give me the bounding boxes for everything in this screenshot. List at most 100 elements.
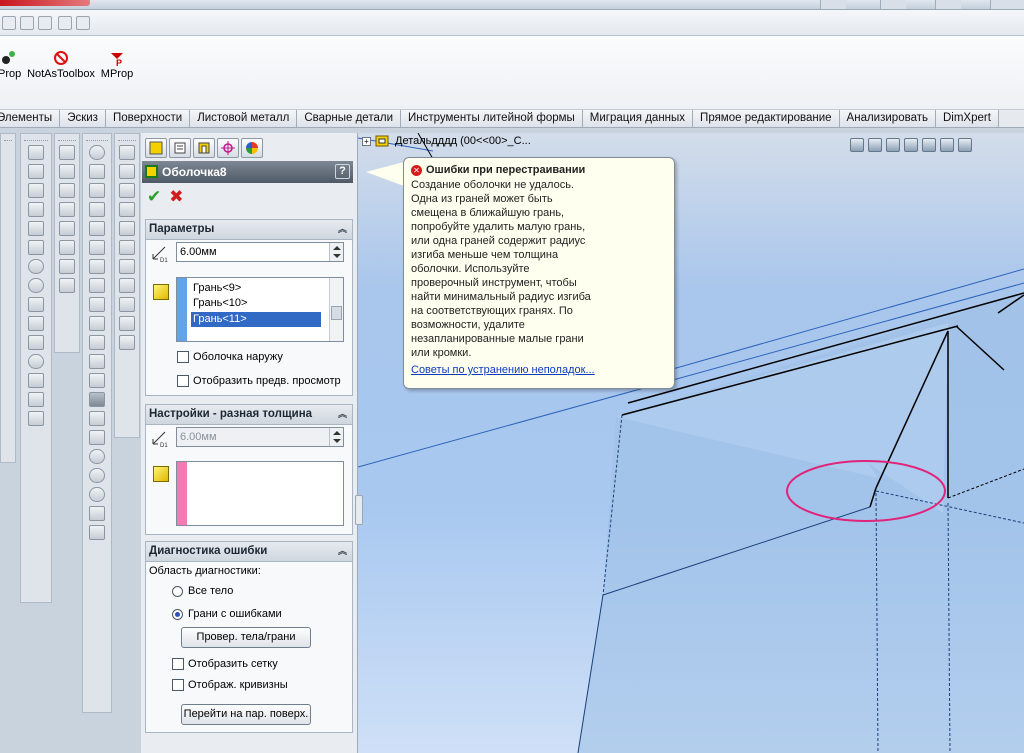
tool-icon[interactable]	[28, 297, 44, 312]
maximize-button[interactable]	[880, 0, 906, 9]
notastoolbox-tool[interactable]: NotAsToolbox	[26, 50, 96, 80]
grid-icon[interactable]	[58, 16, 72, 30]
tab-weldments[interactable]: Сварные детали	[297, 110, 401, 127]
tool-icon[interactable]	[59, 259, 75, 274]
tab-dimxpert[interactable]: DimXpert	[935, 110, 999, 127]
tool-icon[interactable]	[59, 278, 75, 293]
tab-dimxpert-manager[interactable]	[217, 138, 239, 158]
previous-view-icon[interactable]	[886, 138, 900, 152]
checkbox-box[interactable]	[177, 351, 189, 363]
view-orientation-icon[interactable]	[922, 138, 936, 152]
scrollbar-thumb[interactable]	[331, 306, 342, 320]
tool-icon[interactable]	[119, 221, 135, 236]
tool-icon[interactable]	[89, 240, 105, 255]
tool-icon[interactable]	[89, 411, 105, 426]
tool-icon[interactable]	[119, 278, 135, 293]
tool-icon[interactable]	[28, 335, 44, 350]
tool-icon[interactable]	[89, 354, 105, 369]
ok-checkmark-icon[interactable]: ✔	[147, 188, 161, 205]
tool-icon[interactable]	[119, 145, 135, 160]
expand-icon[interactable]: +	[362, 136, 371, 146]
tool-icon[interactable]	[119, 297, 135, 312]
zoom-to-fit-icon[interactable]	[850, 138, 864, 152]
multi-thickness-spinner[interactable]	[329, 428, 343, 446]
multi-thickness-header[interactable]: Настройки - разная толщина ︽	[146, 405, 352, 425]
tool-icon[interactable]	[59, 221, 75, 236]
checkbox-box[interactable]	[177, 375, 189, 387]
tab-direct-editing[interactable]: Прямое редактирование	[693, 110, 840, 127]
zoom-area-icon[interactable]	[868, 138, 882, 152]
tool-icon[interactable]	[28, 145, 44, 160]
tab-evaluate[interactable]: Анализировать	[839, 110, 936, 127]
tool-icon[interactable]	[119, 240, 135, 255]
face-list-item[interactable]: Грань<9>	[191, 281, 321, 296]
tab-display-manager[interactable]	[241, 138, 263, 158]
tool-icon[interactable]	[89, 259, 105, 274]
tool-icon[interactable]	[28, 202, 44, 217]
tab-configuration-manager[interactable]	[193, 138, 215, 158]
tool-icon[interactable]	[119, 183, 135, 198]
tool-icon[interactable]	[59, 183, 75, 198]
collapse-icon[interactable]: ︽	[337, 546, 348, 557]
faces-with-errors-radio[interactable]: Грани с ошибками	[172, 608, 282, 620]
tab-surfaces[interactable]: Поверхности	[105, 110, 191, 127]
tool-icon[interactable]	[89, 145, 105, 160]
tool-icon[interactable]	[28, 240, 44, 255]
help-button[interactable]: ?	[335, 164, 350, 179]
tool-icon[interactable]	[89, 506, 105, 521]
tool-icon[interactable]	[119, 335, 135, 350]
tool-icon[interactable]	[89, 430, 105, 445]
tool-icon[interactable]	[89, 392, 105, 407]
options-icon[interactable]	[76, 16, 90, 30]
whole-body-radio[interactable]: Все тело	[172, 585, 233, 597]
tab-sheet-metal[interactable]: Листовой металл	[190, 110, 298, 127]
faces-to-remove-list[interactable]: Грань<9> Грань<10> Грань<11>	[176, 277, 344, 342]
tab-mold-tools[interactable]: Инструменты литейной формы	[401, 110, 583, 127]
troubleshooting-link[interactable]: Советы по устранению неполадок...	[411, 363, 668, 377]
tool-icon[interactable]	[59, 145, 75, 160]
close-button[interactable]	[990, 0, 1024, 9]
checkbox-box[interactable]	[172, 658, 184, 670]
tool-icon[interactable]	[89, 373, 105, 388]
diagnostics-header[interactable]: Диагностика ошибки ︽	[146, 542, 352, 562]
shell-outward-checkbox[interactable]: Оболочка наружу	[177, 351, 283, 363]
mprop-tool[interactable]: P MProp	[100, 50, 134, 80]
play-icon[interactable]	[2, 16, 16, 30]
tool-icon[interactable]	[89, 164, 105, 179]
tab-property-manager[interactable]	[169, 138, 191, 158]
collapse-icon[interactable]: ︽	[337, 409, 348, 420]
minimize-button[interactable]	[820, 0, 846, 9]
multi-thickness-faces-list[interactable]	[176, 461, 344, 526]
tool-icon[interactable]	[28, 183, 44, 198]
thickness-input[interactable]: 6.00мм	[176, 242, 344, 262]
show-preview-checkbox[interactable]: Отобразить предв. просмотр	[177, 375, 341, 387]
tab-sketch[interactable]: Эскиз	[60, 110, 106, 127]
tool-icon[interactable]	[119, 202, 135, 217]
face-list-item[interactable]: Грань<10>	[191, 296, 321, 311]
cancel-x-icon[interactable]: ✖	[169, 188, 183, 205]
tool-icon[interactable]	[89, 297, 105, 312]
pause-icon[interactable]	[38, 16, 52, 30]
tool-icon[interactable]	[89, 449, 105, 464]
checkbox-box[interactable]	[172, 679, 184, 691]
goto-surface-button[interactable]: Перейти на пар. поверх.	[181, 704, 311, 725]
check-body-faces-button[interactable]: Провер. тела/грани	[181, 627, 311, 648]
feature-tree-flyout[interactable]: + Детальдддд (00<<00>_С...	[362, 134, 531, 148]
tool-icon[interactable]	[89, 525, 105, 540]
parameters-header[interactable]: Параметры ︽	[146, 220, 352, 240]
tab-data-migration[interactable]: Миграция данных	[582, 110, 694, 127]
tool-icon[interactable]	[59, 164, 75, 179]
tool-icon[interactable]	[28, 259, 44, 274]
display-style-icon[interactable]	[940, 138, 954, 152]
faces-list-scrollbar[interactable]	[329, 278, 343, 341]
radio-dot-selected[interactable]	[172, 608, 183, 620]
section-view-icon[interactable]	[904, 138, 918, 152]
tool-icon[interactable]	[28, 316, 44, 331]
tool-icon[interactable]	[89, 468, 105, 483]
hide-show-icon[interactable]	[958, 138, 972, 152]
tool-icon[interactable]	[89, 316, 105, 331]
tool-icon[interactable]	[28, 373, 44, 388]
tool-icon[interactable]	[89, 202, 105, 217]
thickness-spinner[interactable]	[329, 243, 343, 261]
tool-icon[interactable]	[28, 411, 44, 426]
